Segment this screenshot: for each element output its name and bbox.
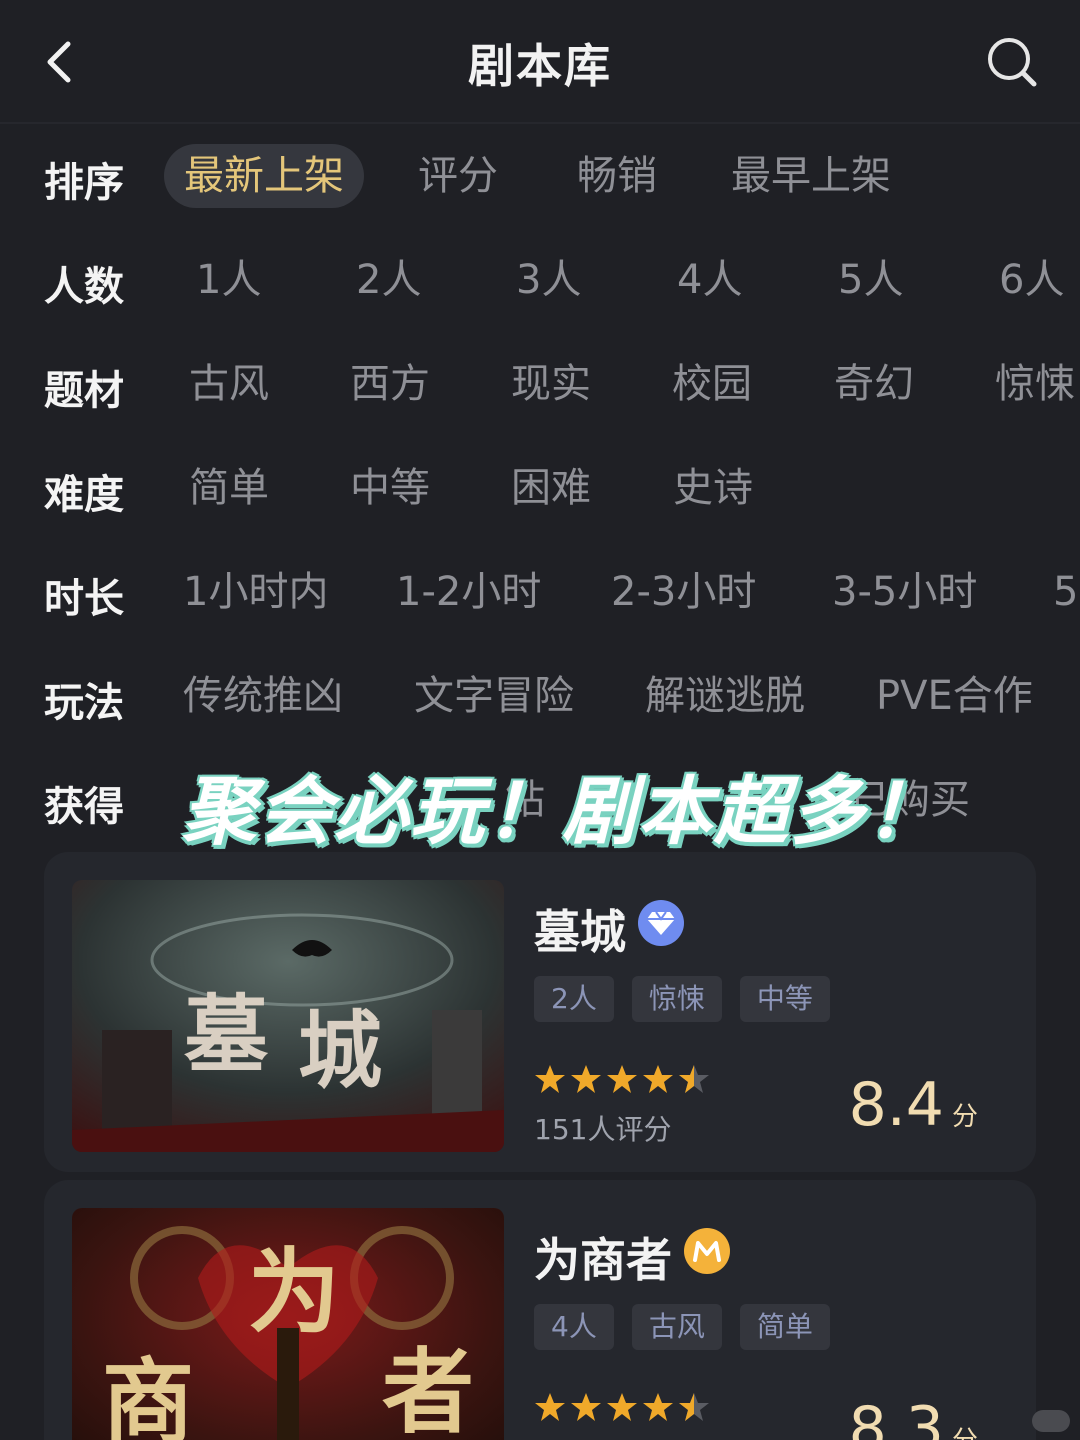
chip-gameplay-pve[interactable]: PVE合作 [876, 664, 1033, 728]
filter-label: 题材 [44, 368, 124, 414]
score: 8.3 分 [849, 1394, 978, 1440]
star-icon [643, 1393, 673, 1421]
score-unit: 分 [952, 1426, 978, 1440]
chip-players-5[interactable]: 5人 [838, 248, 903, 312]
top-bar: 剧本库 [0, 0, 1080, 124]
chip-sort-bestselling[interactable]: 畅销 [577, 144, 657, 208]
cover-artwork [72, 880, 504, 1152]
chip-gameplay-text-adventure[interactable]: 文字冒险 [414, 664, 574, 728]
chip-gameplay-deduction[interactable]: 传统推凶 [183, 664, 343, 728]
star-rating [534, 1392, 710, 1422]
cover-title-char: 为 [248, 1238, 341, 1346]
chip-duration-1-2h[interactable]: 1-2小时 [396, 560, 541, 624]
diamond-icon [647, 911, 675, 935]
chip-sort-oldest[interactable]: 最早上架 [731, 144, 891, 208]
half-star-icon [679, 1065, 709, 1093]
filter-row-players: 人数 1人 2人 3人 4人 5人 6人 [0, 228, 1080, 332]
search-button[interactable] [980, 30, 1044, 94]
filter-label: 玩法 [44, 680, 124, 726]
star-icon [535, 1393, 565, 1421]
chip-theme-western[interactable]: 西方 [350, 352, 430, 416]
script-tags: 4人 古风 简单 [534, 1304, 830, 1350]
m-badge [684, 1228, 730, 1274]
chip-sort-rating[interactable]: 评分 [418, 144, 498, 208]
chip-players-6[interactable]: 6人 [999, 248, 1064, 312]
cover-title-char: 城 [298, 1001, 383, 1100]
star-icon [535, 1065, 565, 1093]
filter-label: 人数 [44, 264, 124, 310]
score-unit: 分 [951, 1102, 978, 1132]
chip-duration-2-3h[interactable]: 2-3小时 [611, 560, 756, 624]
filter-label: 获得 [44, 784, 124, 830]
chip-theme-fantasy[interactable]: 奇幻 [834, 352, 914, 416]
star-icon [643, 1065, 673, 1093]
score-value: 8.3 [848, 1394, 944, 1440]
tag-theme: 古风 [631, 1304, 722, 1350]
filter-row-difficulty: 难度 简单 中等 困难 史诗 [0, 436, 1080, 540]
cover-title-char: 者 [382, 1338, 475, 1440]
script-title: 墓城 [534, 905, 626, 959]
half-star-icon [679, 1393, 709, 1421]
promo-slogan-overlay: 聚会必玩！剧本超多！ [182, 769, 942, 855]
chip-difficulty-medium[interactable]: 中等 [350, 456, 430, 520]
star-icon [571, 1393, 601, 1421]
chip-difficulty-easy[interactable]: 简单 [189, 456, 269, 520]
chip-theme-realistic[interactable]: 现实 [511, 352, 591, 416]
chip-duration-3-5h[interactable]: 3-5小时 [832, 560, 977, 624]
chip-sort-newest[interactable]: 最新上架 [164, 144, 364, 208]
chip-players-3[interactable]: 3人 [516, 248, 581, 312]
filter-row-theme: 题材 古风 西方 现实 校园 奇幻 惊悚 [0, 332, 1080, 436]
filter-row-sort: 排序 最新上架 评分 畅销 最早上架 [0, 124, 1080, 228]
m-badge-icon [693, 1241, 721, 1262]
filter-label: 时长 [44, 576, 124, 622]
chip-theme-horror[interactable]: 惊悚 [995, 352, 1075, 416]
chip-duration-5plus[interactable]: 5 [1053, 560, 1078, 624]
cover-title-char: 墓 [184, 985, 269, 1084]
score-value: 8.4 [848, 1070, 944, 1140]
filter-label: 难度 [44, 472, 124, 518]
tag-players: 2人 [534, 976, 614, 1022]
filter-row-duration: 时长 1小时内 1-2小时 2-3小时 3-5小时 5 [0, 540, 1080, 644]
tag-theme: 惊悚 [631, 976, 722, 1022]
chip-duration-under-1h[interactable]: 1小时内 [183, 560, 328, 624]
score: 8.4 分 [849, 1070, 978, 1140]
chip-gameplay-escape[interactable]: 解谜逃脱 [645, 664, 805, 728]
star-icon [571, 1065, 601, 1093]
chip-difficulty-epic[interactable]: 史诗 [673, 456, 753, 520]
script-card[interactable]: 墓 城 墓城 2人 惊悚 中等 151人评分 8.4 分 [44, 852, 1036, 1172]
chip-players-1[interactable]: 1人 [196, 248, 261, 312]
chip-players-2[interactable]: 2人 [356, 248, 421, 312]
script-cover-image: 墓 城 [72, 880, 504, 1152]
script-title: 为商者 [534, 1233, 672, 1287]
script-tags: 2人 惊悚 中等 [534, 976, 830, 1022]
tag-players: 4人 [534, 1304, 614, 1350]
script-cover-image: 商 为 者 [72, 1208, 504, 1440]
tag-difficulty: 简单 [739, 1304, 830, 1350]
star-icon [607, 1065, 637, 1093]
chip-theme-campus[interactable]: 校园 [672, 352, 752, 416]
cover-title-char: 商 [102, 1348, 195, 1440]
rating-count: 151人评分 [534, 1113, 672, 1146]
page-title: 剧本库 [468, 39, 612, 93]
watermark-badge [1032, 1410, 1070, 1432]
script-card[interactable]: 商 为 者 为商者 4人 古风 简单 8.3分 [44, 1180, 1036, 1440]
tag-difficulty: 中等 [739, 976, 830, 1022]
star-rating [534, 1064, 710, 1094]
filter-row-gameplay: 玩法 传统推凶 文字冒险 解谜逃脱 PVE合作 [0, 644, 1080, 748]
search-icon [988, 38, 1037, 87]
filter-label: 排序 [44, 160, 124, 206]
diamond-badge [638, 900, 684, 946]
chip-theme-ancient[interactable]: 古风 [189, 352, 269, 416]
chip-difficulty-hard[interactable]: 困难 [511, 456, 591, 520]
chip-players-4[interactable]: 4人 [677, 248, 742, 312]
star-icon [607, 1393, 637, 1421]
